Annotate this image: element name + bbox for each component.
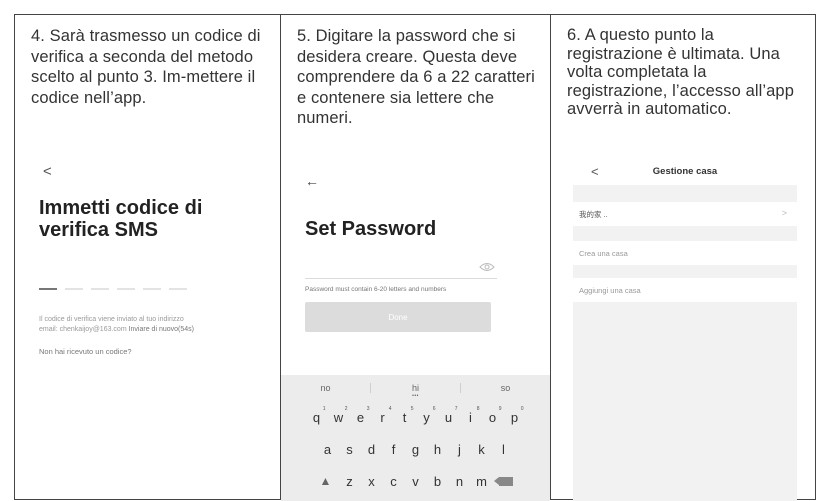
code-slot xyxy=(65,288,83,290)
step-6-caption: 6. A questo punto la registrazione è ult… xyxy=(567,26,794,118)
step-5-panel: 5. Digitare la password che si desidera … xyxy=(280,15,550,501)
eye-icon[interactable] xyxy=(479,262,495,272)
key-l[interactable]: l xyxy=(493,442,515,457)
key-j[interactable]: j xyxy=(449,442,471,457)
verification-code-input[interactable] xyxy=(39,288,187,290)
key-g[interactable]: g xyxy=(405,442,427,457)
set-password-title: Set Password xyxy=(305,218,437,240)
password-input[interactable] xyxy=(305,278,497,279)
step-5-caption: 5. Digitare la password che si desidera … xyxy=(297,27,535,127)
keyboard: no hi so q1w2e3r4t5y6u7i8o9p0 asdfghjkl … xyxy=(281,375,550,501)
arrow-left-icon[interactable]: ← xyxy=(305,173,319,189)
create-home-item[interactable]: Crea una casa xyxy=(573,241,797,265)
key-h[interactable]: h xyxy=(427,442,449,457)
key-o[interactable]: o9 xyxy=(482,406,504,425)
key-digit-hint: 0 xyxy=(520,405,524,412)
create-home-label: Crea una casa xyxy=(579,248,628,258)
key-s[interactable]: s xyxy=(339,442,361,457)
add-home-item[interactable]: Aggiungi una casa xyxy=(573,278,797,302)
home-list: 我的家 .. > Crea una casa Aggiungi una casa xyxy=(573,185,797,501)
code-slot xyxy=(169,288,187,290)
code-slot xyxy=(91,288,109,290)
chevron-right-icon: > xyxy=(781,208,787,218)
keyboard-row-2: asdfghjkl xyxy=(281,433,550,465)
suggestion-item[interactable]: hi xyxy=(370,383,460,393)
resend-link[interactable]: Inviare di nuovo(54s) xyxy=(129,326,194,333)
key-w[interactable]: w2 xyxy=(328,406,350,425)
key-digit-hint: 4 xyxy=(388,405,392,412)
key-f[interactable]: f xyxy=(383,442,405,457)
key-q[interactable]: q1 xyxy=(306,406,328,425)
key-digit-hint: 7 xyxy=(454,405,458,412)
code-sent-info: Il codice di verifica viene inviato al t… xyxy=(39,315,259,334)
code-sent-line2: email: chenkaijoy@163.com Inviare di nuo… xyxy=(39,325,259,335)
key-m[interactable]: m xyxy=(471,474,493,489)
key-u[interactable]: u7 xyxy=(438,406,460,425)
suggestion-item[interactable]: no xyxy=(281,383,370,393)
backspace-icon[interactable] xyxy=(493,473,519,489)
home-item-label: 我的家 .. xyxy=(579,209,608,219)
key-digit-hint: 1 xyxy=(322,405,326,412)
key-n[interactable]: n xyxy=(449,474,471,489)
key-x[interactable]: x xyxy=(361,474,383,489)
step-6-panel: 6. A questo punto la registrazione è ult… xyxy=(550,15,814,501)
suggestion-bar: no hi so xyxy=(281,375,550,401)
key-k[interactable]: k xyxy=(471,442,493,457)
key-digit-hint: 3 xyxy=(366,405,370,412)
key-digit-hint: 5 xyxy=(410,405,414,412)
sms-code-title: Immetti codice di verifica SMS xyxy=(39,197,203,241)
step-4-caption: 4. Sarà trasmesso un codice di verifica … xyxy=(31,27,261,107)
key-digit-hint: 6 xyxy=(432,405,436,412)
key-i[interactable]: i8 xyxy=(460,406,482,425)
app-header: < Gestione casa xyxy=(573,164,797,180)
key-a[interactable]: a xyxy=(317,442,339,457)
key-digit-hint: 8 xyxy=(476,405,480,412)
key-b[interactable]: b xyxy=(427,474,449,489)
shift-icon[interactable]: ▲ xyxy=(313,474,339,488)
key-digit-hint: 9 xyxy=(498,405,502,412)
no-code-link[interactable]: Non hai ricevuto un codice? xyxy=(39,347,132,356)
done-button[interactable]: Done xyxy=(305,302,491,332)
key-z[interactable]: z xyxy=(339,474,361,489)
keyboard-row-3: ▲ zxcvbnm xyxy=(281,465,550,497)
key-y[interactable]: y6 xyxy=(416,406,438,425)
key-e[interactable]: e3 xyxy=(350,406,372,425)
key-r[interactable]: r4 xyxy=(372,406,394,425)
code-slot xyxy=(39,288,57,290)
key-c[interactable]: c xyxy=(383,474,405,489)
instruction-grid: 4. Sarà trasmesso un codice di verifica … xyxy=(14,14,816,501)
key-t[interactable]: t5 xyxy=(394,406,416,425)
code-sent-line1: Il codice di verifica viene inviato al t… xyxy=(39,316,184,323)
password-hint: Password must contain 6-20 letters and n… xyxy=(305,286,447,293)
home-management-title: Gestione casa xyxy=(652,166,718,177)
add-home-label: Aggiungi una casa xyxy=(579,285,641,295)
key-p[interactable]: p0 xyxy=(504,406,526,425)
chevron-left-icon[interactable]: < xyxy=(43,163,52,180)
key-digit-hint: 2 xyxy=(344,405,348,412)
home-item[interactable]: 我的家 .. > xyxy=(573,202,797,226)
key-d[interactable]: d xyxy=(361,442,383,457)
key-v[interactable]: v xyxy=(405,474,427,489)
code-sent-email: email: chenkaijoy@163.com xyxy=(39,325,129,333)
step-4-panel: 4. Sarà trasmesso un codice di verifica … xyxy=(15,15,280,499)
code-slot xyxy=(117,288,135,290)
keyboard-row-1: q1w2e3r4t5y6u7i8o9p0 xyxy=(281,401,550,433)
code-slot xyxy=(143,288,161,290)
suggestion-item[interactable]: so xyxy=(460,383,550,393)
